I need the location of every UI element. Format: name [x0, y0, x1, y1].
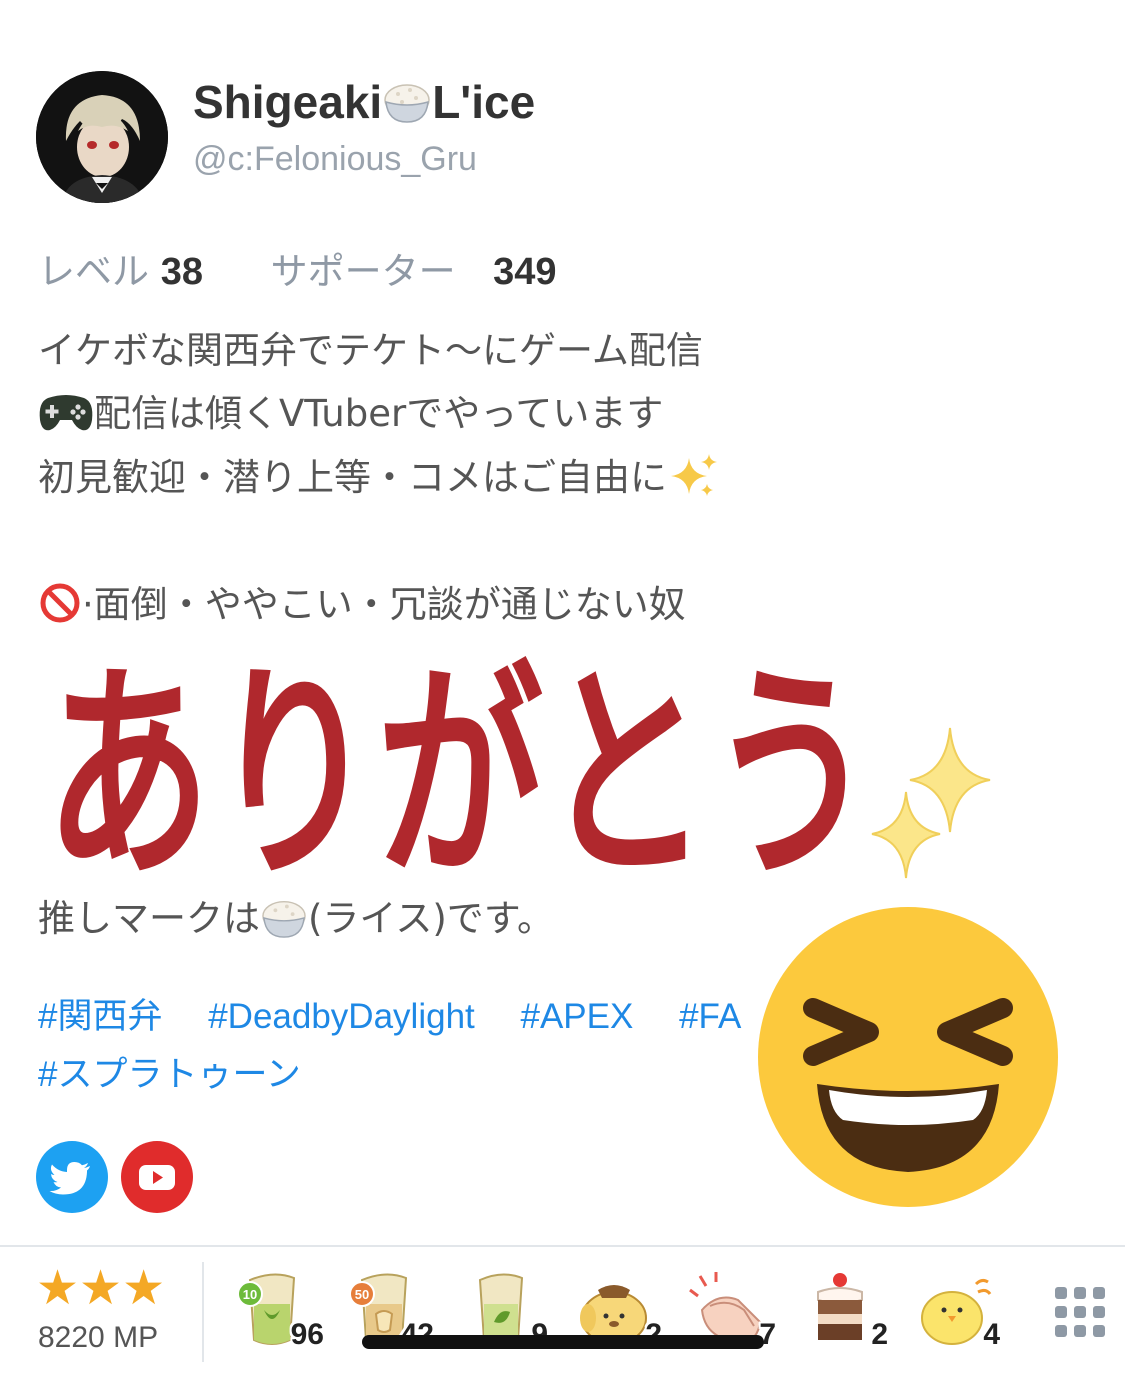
- bio-line-5-suffix: (ライス)です。: [308, 897, 555, 940]
- sparkles-small-icon: [667, 452, 719, 500]
- game-controller-icon: [38, 390, 94, 434]
- bio-line-2-text: 配信は傾くVTuberでやっています: [94, 392, 664, 435]
- user-handle: @c:Felonious_Gru: [193, 140, 477, 178]
- rice-bowl-icon: [382, 78, 432, 124]
- bottom-bar-separator: [202, 1262, 204, 1362]
- bottom-bar-divider: [0, 1245, 1125, 1247]
- twitter-icon: [49, 1162, 90, 1195]
- more-gifts-grid-button[interactable]: [1055, 1287, 1105, 1337]
- profile-stats: レベル 38 サポーター 349: [38, 246, 557, 298]
- level-value: 38: [160, 251, 204, 293]
- gift-item-chick[interactable]: 4: [912, 1270, 1000, 1351]
- gift-item-cake[interactable]: 2: [800, 1270, 888, 1351]
- gift-count: 96: [290, 1318, 324, 1351]
- hashtag[interactable]: #スプラトゥーン: [38, 1046, 301, 1104]
- badge-10: 10: [243, 1287, 257, 1302]
- display-name-second: L'ice: [432, 76, 536, 128]
- twitter-button[interactable]: [36, 1141, 108, 1213]
- supporter-label[interactable]: サポーター: [271, 250, 456, 293]
- mp-points: 8220 MP: [38, 1321, 159, 1354]
- gift-item-tea-10[interactable]: 10 96: [236, 1270, 324, 1351]
- display-name: Shigeaki L'ice: [193, 74, 535, 130]
- youtube-icon: [139, 1165, 175, 1190]
- gift-count: 4: [983, 1318, 1000, 1351]
- supporter-value[interactable]: 349: [493, 251, 556, 293]
- home-indicator[interactable]: [362, 1335, 764, 1349]
- rice-bowl-small-icon: [260, 895, 308, 939]
- youtube-button[interactable]: [121, 1141, 193, 1213]
- bio-line-2: 配信は傾くVTuberでやっています: [38, 383, 1098, 445]
- hashtag[interactable]: #関西弁: [38, 988, 162, 1046]
- bio-line-3: 初見歓迎・潜り上等・コメはご自由に: [38, 447, 1098, 509]
- level-label: レベル: [38, 250, 149, 293]
- avatar[interactable]: [36, 71, 168, 203]
- sparkles-icon: [866, 722, 991, 882]
- arigatou-text: ありがとう: [45, 643, 875, 900]
- gift-count: 2: [871, 1318, 888, 1351]
- grid-icon: [1055, 1287, 1105, 1337]
- badge-50: 50: [355, 1287, 369, 1302]
- hashtag[interactable]: #FA: [679, 988, 741, 1046]
- bio-line-3-text: 初見歓迎・潜り上等・コメはご自由に: [38, 456, 667, 499]
- hashtag[interactable]: #DeadbyDaylight: [208, 988, 475, 1046]
- hashtag[interactable]: #APEX: [521, 988, 634, 1046]
- bio-line-1: イケボな関西弁でテケト〜にゲーム配信: [38, 329, 703, 372]
- rating-stars: ★★★: [36, 1260, 166, 1316]
- bio-line-5-text: 推しマークは: [38, 897, 260, 940]
- arigatou-sticker: ありがとう: [30, 610, 890, 915]
- display-name-first: Shigeaki: [193, 76, 383, 128]
- laughing-face-icon: [757, 906, 1059, 1208]
